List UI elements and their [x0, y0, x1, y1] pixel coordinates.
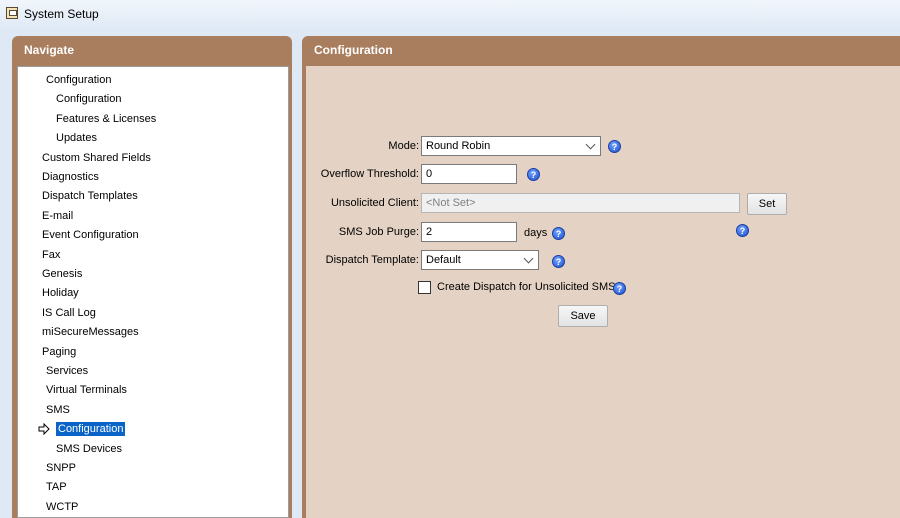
window-title: System Setup [24, 7, 99, 21]
overflow-threshold-input[interactable] [421, 164, 517, 184]
nav-item-label: Holiday [42, 287, 79, 300]
nav-item-label: miSecureMessages [42, 326, 139, 339]
configuration-header: Configuration [314, 43, 393, 57]
nav-item-label: Genesis [42, 268, 83, 280]
nav-item[interactable]: Dispatch Templates [42, 187, 138, 205]
nav-item[interactable]: miSecureMessages [42, 323, 139, 341]
nav-item-label: WCTP [46, 500, 79, 513]
nav-item[interactable]: TAP [46, 478, 67, 496]
nav-item-label: SNPP [46, 462, 76, 474]
nav-item-label: Configuration [56, 93, 122, 106]
chevron-down-icon [523, 253, 534, 264]
help-icon[interactable]: ? [552, 255, 565, 268]
nav-item[interactable]: E-mail [42, 207, 73, 225]
unsolicited-client-label: Unsolicited Client: [330, 197, 419, 209]
sms-job-purge-input[interactable] [421, 222, 517, 242]
nav-item-label: Configuration [56, 422, 126, 437]
nav-item-label: Services [46, 365, 89, 377]
save-button[interactable]: Save [558, 305, 608, 327]
nav-item[interactable]: WCTP [46, 498, 78, 516]
mode-select[interactable]: Round Robin [421, 136, 601, 156]
title-bar: System Setup [0, 0, 900, 30]
create-dispatch-checkbox[interactable] [418, 281, 431, 294]
app-window-icon [6, 7, 18, 19]
help-icon[interactable]: ? [608, 140, 621, 153]
purge-unit-label: days [524, 227, 548, 239]
nav-item-label: Dispatch Templates [42, 190, 138, 203]
nav-item[interactable]: Configuration [46, 71, 111, 89]
create-dispatch-label: Create Dispatch for Unsolicited SMS [437, 281, 616, 293]
unsolicited-client-field: <Not Set> [421, 193, 740, 213]
nav-item[interactable]: SNPP [46, 459, 76, 477]
mode-label: Mode: [388, 140, 419, 152]
set-button[interactable]: Set [747, 193, 787, 215]
nav-item-label: SMS [46, 403, 70, 416]
configuration-form: Mode: Round Robin ? Overflow Threshold: … [306, 66, 900, 518]
navigate-panel: Navigate Configuration Configuration Featu… [12, 36, 292, 518]
nav-item[interactable]: SMS Devices [56, 440, 122, 458]
overflow-threshold-label: Overflow Threshold: [320, 168, 419, 180]
dispatch-template-value: Default [426, 254, 461, 266]
chevron-down-icon [585, 139, 596, 150]
nav-item[interactable]: Event Configuration [42, 226, 139, 244]
dispatch-template-label: Dispatch Template: [325, 254, 419, 266]
nav-item[interactable]: Fax [42, 246, 60, 264]
help-icon[interactable]: ? [552, 227, 565, 240]
configuration-panel: Configuration Mode: Round Robin ? Overfl… [302, 36, 900, 518]
help-icon[interactable]: ? [613, 282, 626, 295]
nav-item[interactable]: Configuration [38, 420, 126, 438]
dispatch-template-select[interactable]: Default [421, 250, 539, 270]
nav-item-label: IS Call Log [42, 306, 96, 319]
nav-item-label: Event Configuration [42, 229, 139, 242]
window-left-strip [0, 30, 12, 518]
arrow-right-icon [38, 422, 50, 436]
nav-item-label: Custom Shared Fields [42, 151, 151, 164]
nav-item[interactable]: Services [46, 362, 88, 380]
nav-item[interactable]: Virtual Terminals [46, 381, 127, 399]
mode-value: Round Robin [426, 140, 491, 152]
nav-item[interactable]: SMS [46, 401, 70, 419]
nav-item[interactable]: Diagnostics [42, 168, 99, 186]
nav-item[interactable]: Custom Shared Fields [42, 149, 151, 167]
nav-item[interactable]: Genesis [42, 265, 82, 283]
nav-item-label: Paging [42, 345, 77, 358]
nav-item-label: Updates [56, 132, 97, 145]
nav-item[interactable]: Configuration [56, 90, 121, 108]
navigate-header: Navigate [24, 43, 75, 57]
nav-item-label: E-mail [42, 209, 74, 222]
nav-item-label: Configuration [46, 74, 112, 86]
help-icon[interactable]: ? [736, 224, 749, 237]
nav-item-label: SMS Devices [56, 442, 123, 455]
nav-item-label: Features & Licenses [56, 112, 157, 125]
nav-item-label: TAP [46, 481, 67, 494]
nav-item[interactable]: IS Call Log [42, 304, 96, 322]
nav-item[interactable]: Features & Licenses [56, 110, 156, 128]
nav-item-label: Fax [42, 248, 61, 261]
navigation-tree[interactable]: Configuration Configuration Features & Lic… [17, 66, 289, 518]
sms-job-purge-label: SMS Job Purge: [338, 226, 419, 238]
nav-item[interactable]: Updates [56, 129, 97, 147]
nav-item-label: Virtual Terminals [46, 384, 127, 397]
nav-item-label: Diagnostics [42, 171, 99, 183]
nav-item[interactable]: Paging [42, 343, 76, 361]
nav-item[interactable]: Holiday [42, 284, 79, 302]
help-icon[interactable]: ? [527, 168, 540, 181]
